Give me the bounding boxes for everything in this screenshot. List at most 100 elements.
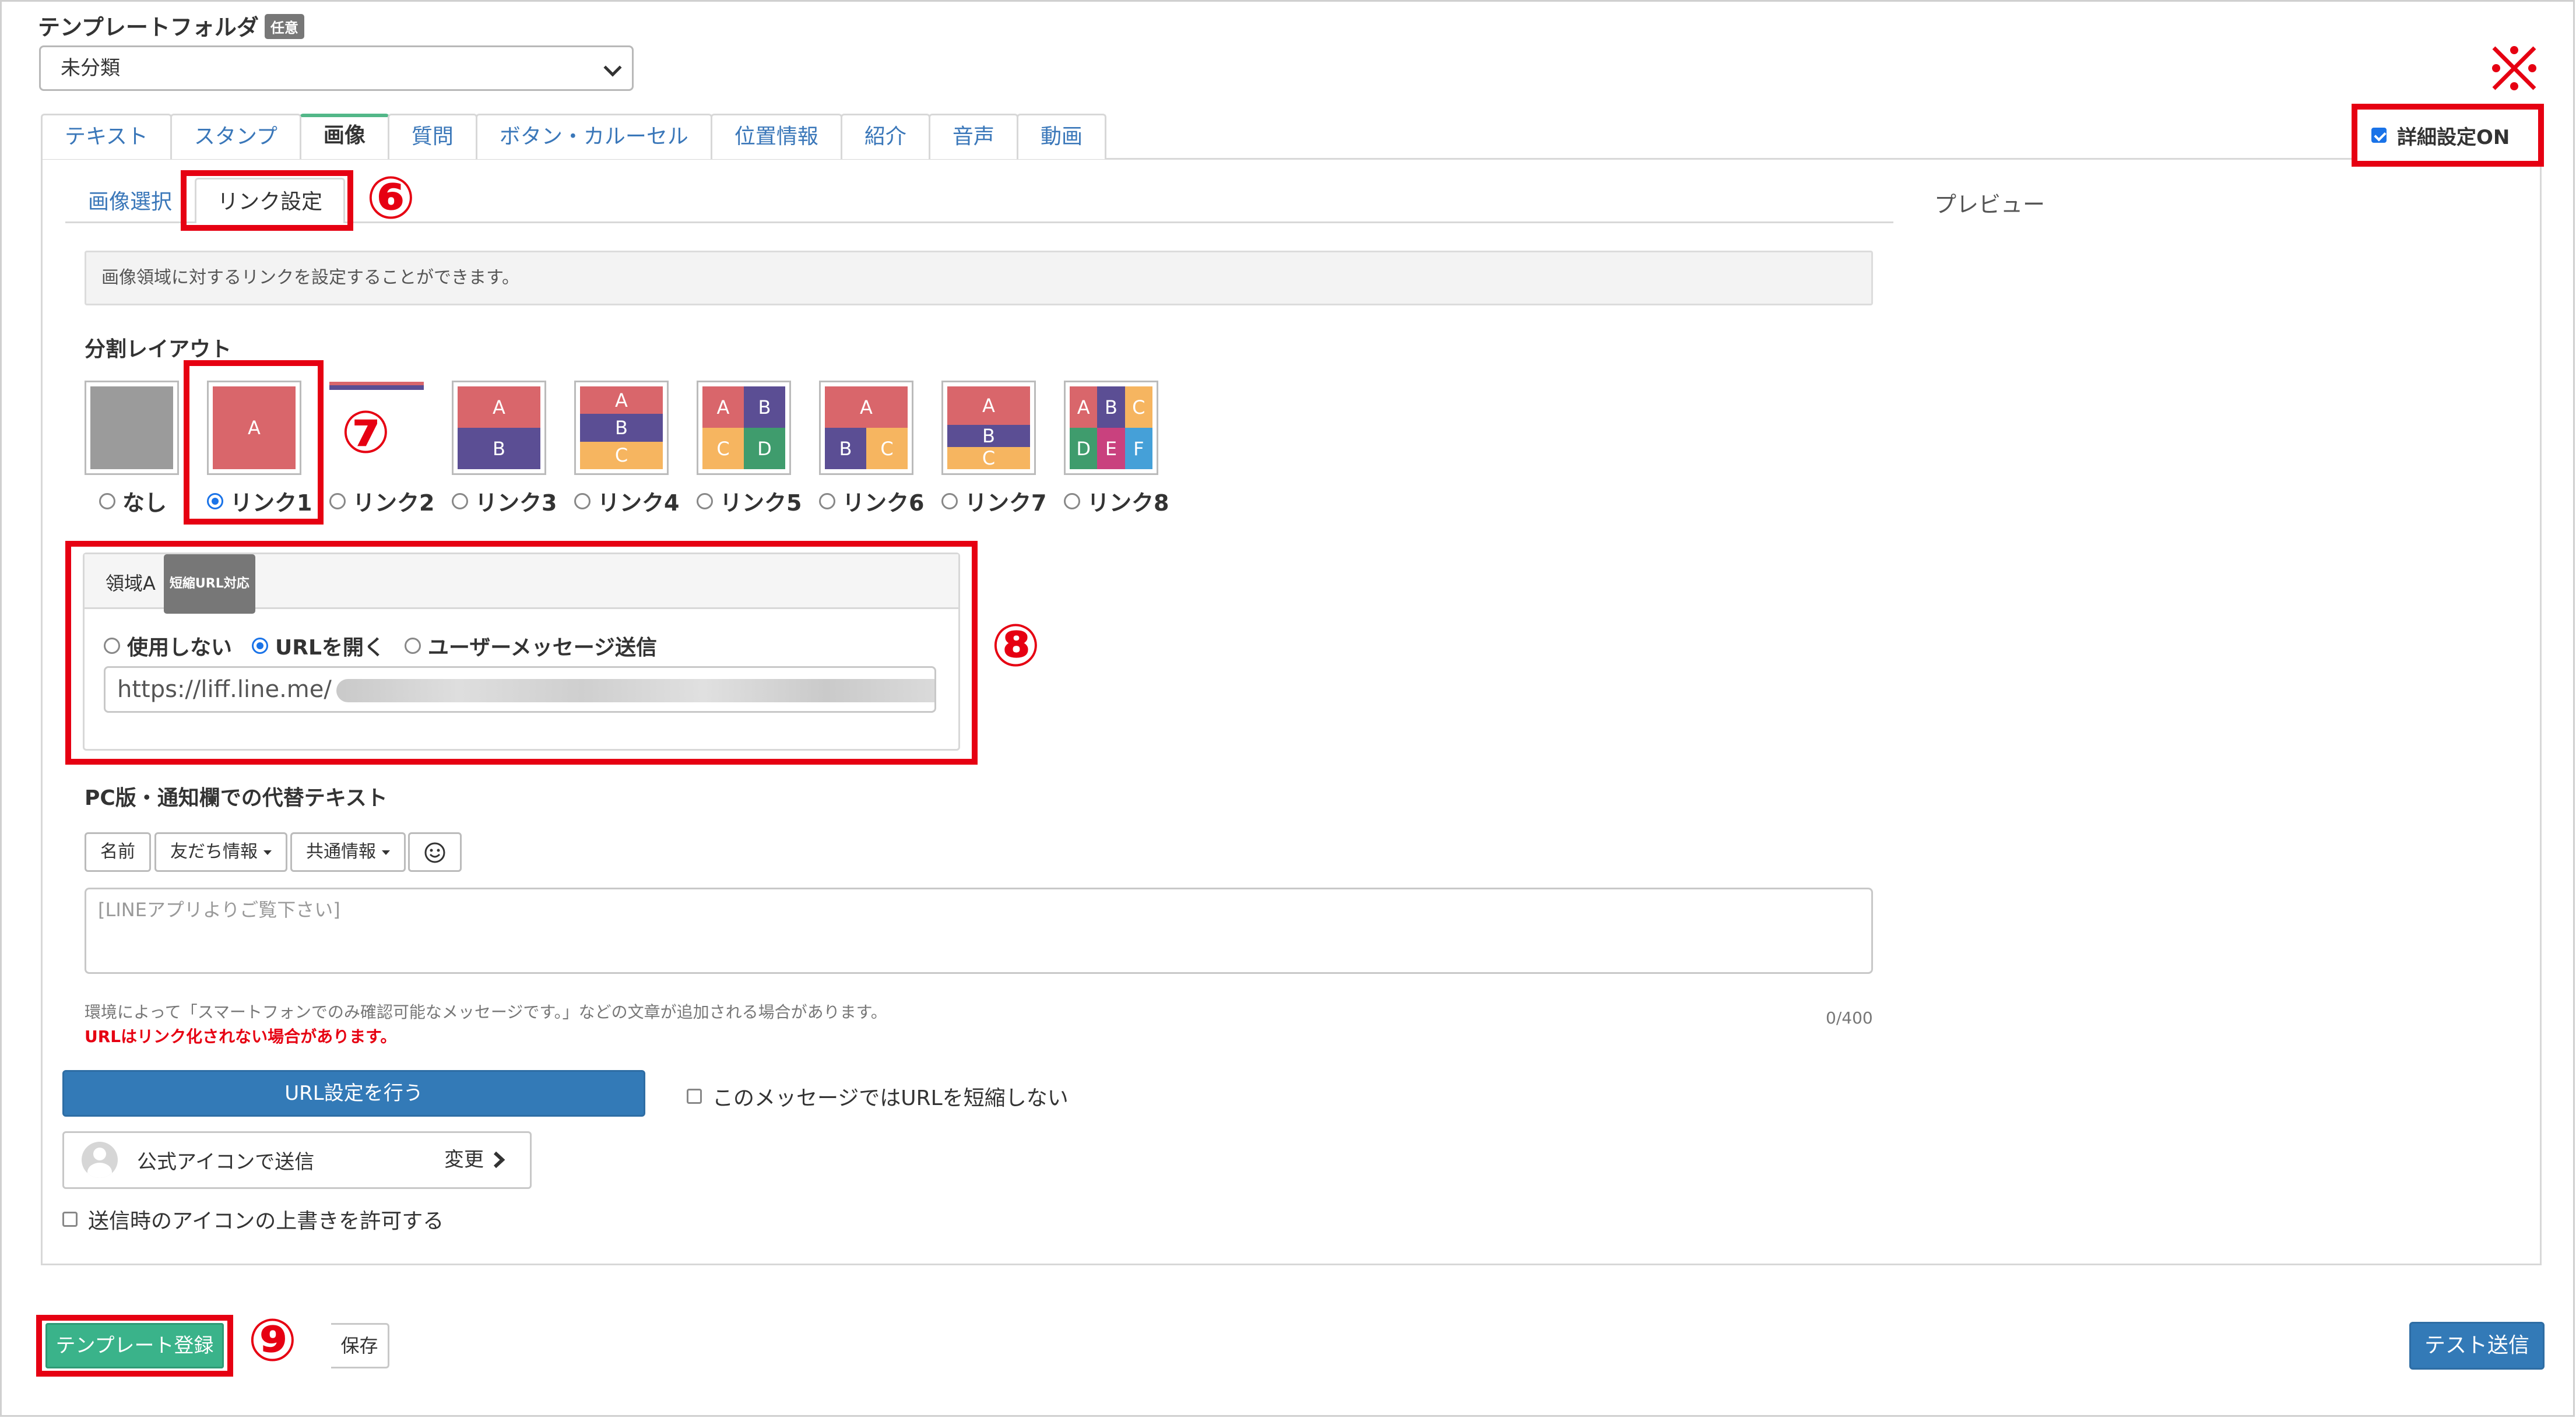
annotation-6: ⑥ (366, 164, 416, 232)
layout-radio-label: なし (122, 490, 167, 516)
layout-thumb-link5[interactable]: A B C D (697, 381, 791, 475)
tab-audio[interactable]: 音声 (928, 114, 1018, 159)
detail-settings-checkbox[interactable] (2371, 128, 2387, 143)
insert-name-button[interactable]: 名前 (85, 832, 151, 872)
layout-radio-label: リンク7 (965, 490, 1047, 516)
thumb-cell-c: C (947, 447, 1030, 469)
save-button[interactable]: 保存 (331, 1323, 389, 1368)
avatar (82, 1142, 118, 1178)
thumb-cell-b: B (580, 414, 663, 442)
radio-circle[interactable] (1064, 492, 1080, 509)
tab-video[interactable]: 動画 (1016, 114, 1106, 159)
radio-circle[interactable] (941, 492, 958, 509)
tab-button-carousel[interactable]: ボタン・カルーセル (475, 114, 712, 159)
thumb-cell-c: C (866, 428, 908, 469)
layout-radio-none[interactable]: なし (99, 485, 167, 517)
no-shorten-label: このメッセージではURLを短縮しない (712, 1086, 1069, 1110)
radio-circle[interactable] (697, 492, 713, 509)
thumb-cell-a: A (702, 386, 744, 428)
url-warning: URLはリンク化されない場合があります。 (85, 1027, 397, 1046)
layout-radio-link8[interactable]: リンク8 (1064, 485, 1169, 517)
message-type-tabs: テキスト スタンプ 画像 質問 ボタン・カルーセル 位置情報 紹介 音声 動画 (41, 114, 1106, 159)
template-folder-label-text: テンプレートフォルダ (38, 15, 259, 40)
alt-text-placeholder: [LINEアプリよりご覧下さい] (98, 899, 340, 921)
layout-radio-label: リンク4 (598, 490, 680, 516)
thumb-cell-c: C (580, 441, 663, 469)
layout-thumb-link2[interactable] (329, 382, 424, 390)
no-shorten-checkbox[interactable] (687, 1089, 702, 1104)
layout-radio-link6[interactable]: リンク6 (819, 485, 924, 517)
radio-circle[interactable] (452, 492, 468, 509)
layout-radio-link5[interactable]: リンク5 (697, 485, 802, 517)
thumb-cell-a: A (825, 386, 908, 428)
radio-circle[interactable] (99, 492, 115, 509)
layout-thumb-none[interactable] (85, 381, 179, 475)
thumb-cell-b: B (947, 425, 1030, 447)
allow-icon-overwrite-option[interactable]: 送信時のアイコンの上書きを許可する (62, 1204, 444, 1234)
annotation-9: ⑨ (248, 1306, 297, 1374)
tab-stamp[interactable]: スタンプ (170, 114, 301, 159)
layout-thumb-link4[interactable]: A B C (574, 381, 669, 475)
highlight-box-6 (181, 170, 353, 231)
layout-thumb-link7[interactable]: A B C (941, 381, 1036, 475)
caret-down-icon (382, 850, 390, 855)
thumb-cell-d: D (1070, 428, 1098, 469)
layout-radio-link2[interactable]: リンク2 (329, 485, 434, 517)
thumb-cell-f: F (1124, 428, 1152, 469)
thumb-cell-b: B (458, 428, 540, 469)
subtab-image-select[interactable]: 画像選択 (65, 178, 195, 223)
thumb-cell-b: B (1097, 386, 1125, 428)
detail-settings-toggle[interactable]: 詳細設定ON (2352, 104, 2544, 167)
test-send-button[interactable]: テスト送信 (2409, 1322, 2545, 1370)
thumb-cell-b: B (825, 428, 866, 469)
template-folder-select[interactable]: 未分類 (39, 45, 634, 91)
template-folder-value: 未分類 (61, 57, 120, 80)
radio-circle[interactable] (329, 492, 346, 509)
layout-radio-label: リンク2 (353, 490, 435, 516)
template-folder-label: テンプレートフォルダ 任意 (38, 9, 304, 41)
no-shorten-option[interactable]: このメッセージではURLを短縮しない (687, 1081, 1069, 1111)
alt-text-textarea[interactable]: [LINEアプリよりご覧下さい] (85, 888, 1873, 974)
common-info-dropdown[interactable]: 共通情報 (290, 832, 406, 872)
layout-thumb-link6[interactable]: A B C (819, 381, 913, 475)
layout-radio-link7[interactable]: リンク7 (941, 485, 1046, 517)
thumb-cell-b: B (744, 386, 785, 428)
radio-circle[interactable] (819, 492, 835, 509)
char-counter: 0/400 (1826, 1008, 1873, 1028)
change-sender-link[interactable]: 変更 (444, 1143, 505, 1172)
thumb-cell-e: E (1097, 428, 1125, 469)
friend-info-label: 友だち情報 (170, 842, 258, 862)
thumb-cell-a: A (1070, 386, 1098, 428)
layout-radio-link4[interactable]: リンク4 (574, 485, 679, 517)
detail-settings-label: 詳細設定ON (2397, 125, 2510, 149)
allow-icon-overwrite-checkbox[interactable] (62, 1212, 78, 1227)
thumb-cell-a: A (947, 386, 1030, 425)
split-layout-label: 分割レイアウト (85, 337, 232, 361)
annotation-8: ⑧ (991, 611, 1041, 680)
tab-location[interactable]: 位置情報 (710, 114, 842, 159)
thumb-cell-c: C (702, 428, 744, 469)
friend-info-dropdown[interactable]: 友だち情報 (154, 832, 287, 872)
tab-introduction[interactable]: 紹介 (840, 114, 930, 159)
tab-question[interactable]: 質問 (387, 114, 477, 159)
layout-radio-link3[interactable]: リンク3 (452, 485, 557, 517)
reference-mark-icon (2492, 46, 2536, 90)
caret-down-icon (263, 850, 272, 855)
change-label: 変更 (444, 1148, 484, 1171)
layout-radio-label: リンク5 (720, 490, 802, 516)
layout-thumb-link8[interactable]: A B C D E F (1064, 381, 1158, 475)
alt-text-label: PC版・通知欄での代替テキスト (85, 786, 388, 810)
layout-radio-label: リンク8 (1087, 490, 1169, 516)
layout-radio-label: リンク6 (842, 490, 925, 516)
tab-image[interactable]: 画像 (299, 114, 389, 159)
radio-circle[interactable] (574, 492, 591, 509)
thumb-cell-c: C (1124, 386, 1152, 428)
chevron-down-icon (603, 58, 622, 77)
emoji-button[interactable] (408, 832, 462, 872)
thumb-cell-a: A (580, 386, 663, 414)
url-settings-button[interactable]: URL設定を行う (62, 1070, 645, 1117)
thumb-cell-d: D (744, 428, 785, 469)
layout-thumb-link3[interactable]: A B (452, 381, 546, 475)
layout-radio-label: リンク3 (475, 490, 557, 516)
tab-text[interactable]: テキスト (41, 114, 172, 159)
